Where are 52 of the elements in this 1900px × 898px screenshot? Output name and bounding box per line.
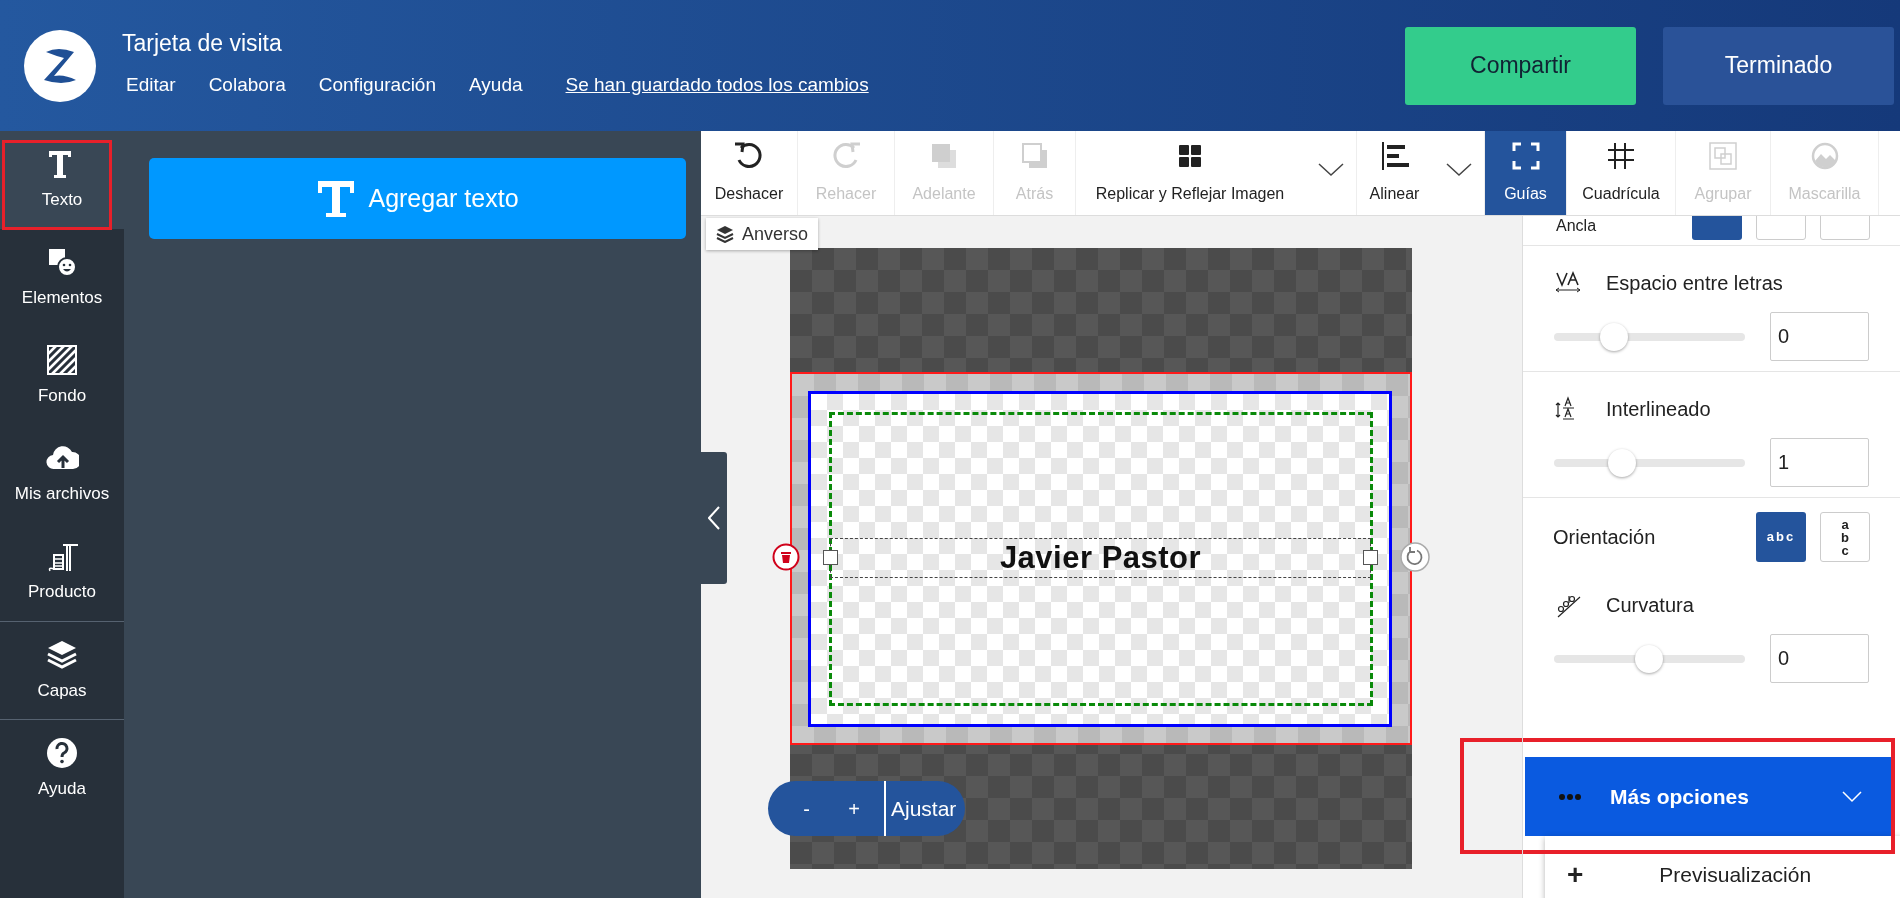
slider[interactable] bbox=[1554, 643, 1745, 674]
save-status-link[interactable]: Se han guardado todos los cambios bbox=[565, 70, 869, 99]
slider-thumb[interactable] bbox=[1608, 448, 1637, 477]
trash-icon bbox=[772, 543, 800, 571]
zoom-out-button[interactable]: - bbox=[768, 781, 824, 836]
chevron-left-icon bbox=[708, 506, 720, 530]
rotate-icon bbox=[1400, 542, 1430, 572]
zoom-in-button[interactable]: + bbox=[824, 781, 884, 836]
value-field[interactable]: 0 bbox=[1770, 312, 1869, 361]
value-field[interactable]: 0 bbox=[1770, 634, 1869, 683]
collapse-tab[interactable] bbox=[701, 452, 727, 584]
side-button[interactable]: Anverso bbox=[706, 218, 819, 250]
logo-icon bbox=[24, 29, 96, 102]
setting-label: Espacio entre letras bbox=[1606, 271, 1783, 296]
card-text: Javier Pastor bbox=[999, 538, 1202, 577]
sidebar-item-icon bbox=[45, 343, 79, 378]
layers-icon bbox=[716, 225, 734, 243]
chevron-down-icon bbox=[1842, 790, 1862, 803]
plus-icon: + bbox=[1567, 854, 1584, 896]
toolbar-button[interactable]: Deshacer bbox=[701, 131, 798, 215]
orientation-button[interactable]: abc bbox=[1756, 512, 1806, 562]
setting-label: Curvatura bbox=[1606, 593, 1694, 618]
fit-button[interactable]: Ajustar bbox=[886, 781, 965, 836]
sidebar-item-icon bbox=[45, 735, 79, 770]
document-title: Tarjeta de visita bbox=[122, 29, 283, 58]
group-icon bbox=[1707, 140, 1739, 172]
more-options-button[interactable]: Más opciones bbox=[1525, 757, 1894, 836]
preview-button[interactable]: + Previsualización bbox=[1545, 836, 1900, 898]
menu-item[interactable]: Configuración bbox=[318, 70, 436, 99]
value-field[interactable]: 1 bbox=[1770, 438, 1869, 487]
sidebar-item[interactable]: Texto bbox=[0, 131, 124, 229]
dots-icon bbox=[1558, 792, 1582, 801]
resize-handle[interactable] bbox=[823, 550, 838, 565]
grid-icon bbox=[1605, 140, 1637, 172]
toolbar-button[interactable]: Guías bbox=[1485, 131, 1567, 215]
toolbar-button[interactable]: Cuadrícula bbox=[1567, 131, 1676, 215]
menu-item[interactable]: Editar bbox=[126, 70, 176, 99]
slider-thumb[interactable] bbox=[1634, 644, 1663, 673]
text-icon bbox=[316, 178, 357, 219]
orientation-button[interactable]: abc bbox=[1820, 512, 1870, 562]
menu-item[interactable]: Colabora bbox=[208, 70, 286, 99]
share-button[interactable]: Compartir bbox=[1405, 26, 1636, 105]
menu-item[interactable]: Ayuda bbox=[469, 70, 523, 99]
setting-label: Orientación bbox=[1553, 525, 1656, 550]
anchor-label: Ancla bbox=[1556, 216, 1597, 236]
slider[interactable] bbox=[1554, 321, 1745, 352]
toolbar-button[interactable]: Replicar y Reflejar Imagen bbox=[1076, 131, 1357, 215]
done-button[interactable]: Terminado bbox=[1663, 26, 1894, 105]
setting-label: Interlineado bbox=[1606, 397, 1711, 422]
slider-thumb[interactable] bbox=[1600, 322, 1629, 351]
resize-handle[interactable] bbox=[1363, 550, 1378, 565]
slider[interactable] bbox=[1554, 447, 1745, 478]
